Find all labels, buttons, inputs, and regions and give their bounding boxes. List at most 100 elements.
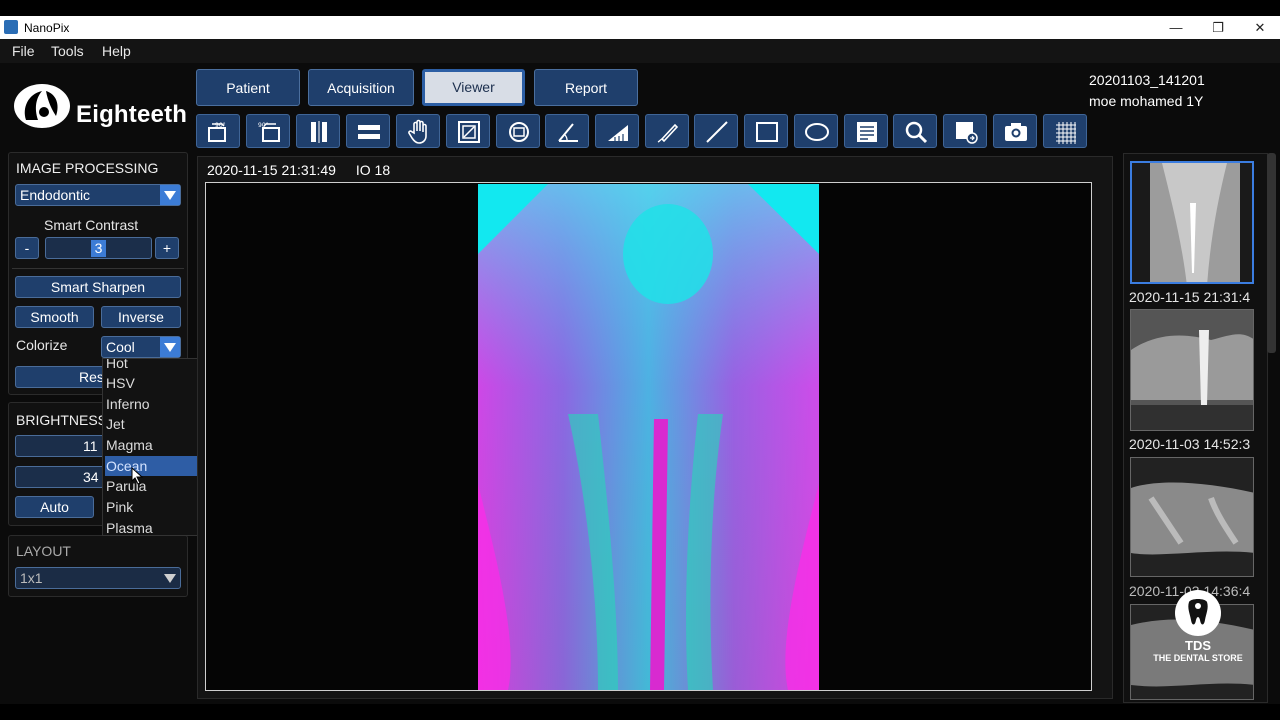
- divider: [12, 268, 184, 269]
- text-note-icon: [857, 122, 877, 142]
- processing-mode-value: Endodontic: [20, 187, 91, 203]
- thumbnail-xray-image: [1131, 458, 1253, 576]
- flip-horizontal-icon: [358, 125, 380, 139]
- grid-icon: [1056, 122, 1076, 144]
- rotate-right-icon: 90°: [258, 122, 280, 142]
- colorize-label: Colorize: [16, 337, 68, 353]
- window-title-bar: NanoPix — ❐ ✕: [0, 16, 1280, 39]
- colorize-option-inferno[interactable]: Inferno: [105, 394, 208, 414]
- thumbnail-1-label: 2020-11-15 21:31:4: [1129, 289, 1251, 305]
- layout-select[interactable]: 1x1: [15, 567, 181, 589]
- draw-pen-icon: [657, 123, 679, 143]
- auto-button[interactable]: Auto: [15, 496, 94, 518]
- colorize-option-magma[interactable]: Magma: [105, 435, 208, 455]
- thumbnail-1[interactable]: [1130, 161, 1254, 284]
- export-icon: [956, 122, 978, 144]
- camera-icon: [1005, 123, 1027, 141]
- colorize-option-ocean[interactable]: Ocean: [105, 456, 208, 476]
- restore-button[interactable]: ❐: [1198, 18, 1238, 37]
- svg-text:90°: 90°: [215, 122, 226, 129]
- menu-file[interactable]: File: [12, 43, 35, 59]
- colorize-option-hsv[interactable]: HSV: [105, 373, 208, 393]
- thumbnail-3-label: 2020-11-03 14:52:3: [1129, 436, 1251, 452]
- fit-image-icon: [458, 121, 480, 143]
- colorize-option-parula[interactable]: Parula: [105, 476, 208, 496]
- svg-text:90°: 90°: [258, 122, 269, 129]
- contrast-increase-button[interactable]: +: [155, 237, 179, 259]
- close-button[interactable]: ✕: [1240, 18, 1280, 37]
- colorize-option-jet[interactable]: Jet: [105, 414, 208, 434]
- xray-ocean-colormap-image: [478, 184, 819, 690]
- tab-acquisition[interactable]: Acquisition: [308, 69, 414, 106]
- smooth-button[interactable]: Smooth: [15, 306, 94, 328]
- xray-image[interactable]: [478, 184, 819, 690]
- line-button[interactable]: [694, 114, 738, 148]
- rotate-right-button[interactable]: 90°: [246, 114, 290, 148]
- rectangle-button[interactable]: [744, 114, 788, 148]
- contrast-value: 3: [90, 240, 107, 257]
- thumbnail-scrollbar[interactable]: [1267, 153, 1276, 353]
- line-icon: [706, 121, 728, 143]
- rotate-left-icon: 90°: [208, 122, 226, 142]
- thumbnail-3[interactable]: [1130, 457, 1254, 577]
- patient-id: 20201103_141201: [1089, 72, 1205, 88]
- fit-image-button[interactable]: [446, 114, 490, 148]
- text-note-button[interactable]: [844, 114, 888, 148]
- pan-button[interactable]: [396, 114, 440, 148]
- watermark-brand: TDS: [1185, 638, 1211, 653]
- angle-measure-button[interactable]: [545, 114, 589, 148]
- colorize-option-pink[interactable]: Pink: [105, 497, 208, 517]
- export-button[interactable]: [943, 114, 987, 148]
- flip-horizontal-button[interactable]: [346, 114, 390, 148]
- window-title: NanoPix: [24, 21, 70, 35]
- tab-report[interactable]: Report: [534, 69, 638, 106]
- reset-view-button[interactable]: [496, 114, 540, 148]
- rotate-left-button[interactable]: 90°: [196, 114, 240, 148]
- viewer-header: 2020-11-15 21:31:49 IO 18: [207, 162, 406, 178]
- colorize-value: Cool: [106, 339, 135, 355]
- thumbnail-xray-image: [1132, 163, 1252, 282]
- tab-patient[interactable]: Patient: [196, 69, 300, 106]
- layout-title: LAYOUT: [16, 543, 71, 559]
- app-icon: [4, 20, 18, 34]
- pan-hand-icon: [408, 119, 427, 144]
- ellipse-button[interactable]: [794, 114, 838, 148]
- thumbnail-2[interactable]: [1130, 309, 1254, 431]
- chevron-down-icon: [160, 568, 180, 588]
- grid-button[interactable]: [1043, 114, 1087, 148]
- tooth-logo-icon: [1175, 590, 1221, 636]
- reset-view-icon: [509, 122, 529, 142]
- calibrate-icon: [608, 125, 628, 141]
- inverse-button[interactable]: Inverse: [101, 306, 181, 328]
- flip-vertical-button[interactable]: [296, 114, 340, 148]
- colorize-select[interactable]: Cool: [101, 336, 181, 358]
- draw-button[interactable]: [645, 114, 689, 148]
- layout-value: 1x1: [20, 570, 43, 586]
- tooth-number: IO 18: [355, 162, 391, 178]
- calibrate-button[interactable]: [595, 114, 639, 148]
- contrast-decrease-button[interactable]: -: [15, 237, 39, 259]
- menu-tools[interactable]: Tools: [51, 43, 84, 59]
- thumbnail-xray-image: [1131, 310, 1253, 430]
- colorize-option-hot[interactable]: Hot: [105, 359, 208, 373]
- menu-help[interactable]: Help: [102, 43, 131, 59]
- eighteeth-logo-icon: [14, 84, 70, 128]
- magnifier-icon: [905, 121, 928, 144]
- smart-sharpen-button[interactable]: Smart Sharpen: [15, 276, 181, 298]
- colorize-option-plasma[interactable]: Plasma: [105, 518, 208, 535]
- brightness-title: BRIGHTNESS: [16, 412, 108, 428]
- chevron-down-icon: [160, 337, 180, 357]
- flip-vertical-icon: [311, 121, 327, 143]
- minimize-button[interactable]: —: [1156, 18, 1196, 37]
- tab-viewer[interactable]: Viewer: [422, 69, 525, 106]
- brand-logo: Eighteeth: [12, 78, 187, 134]
- watermark-tagline: THE DENTAL STORE: [1153, 653, 1243, 663]
- image-processing-title: IMAGE PROCESSING: [16, 160, 159, 176]
- contrast-value-field[interactable]: 3: [45, 237, 152, 259]
- chevron-down-icon: [160, 185, 180, 205]
- mouse-cursor-icon: [131, 467, 144, 485]
- smart-contrast-label: Smart Contrast: [44, 217, 139, 233]
- processing-mode-select[interactable]: Endodontic: [15, 184, 181, 206]
- magnifier-button[interactable]: [893, 114, 937, 148]
- snapshot-button[interactable]: [993, 114, 1037, 148]
